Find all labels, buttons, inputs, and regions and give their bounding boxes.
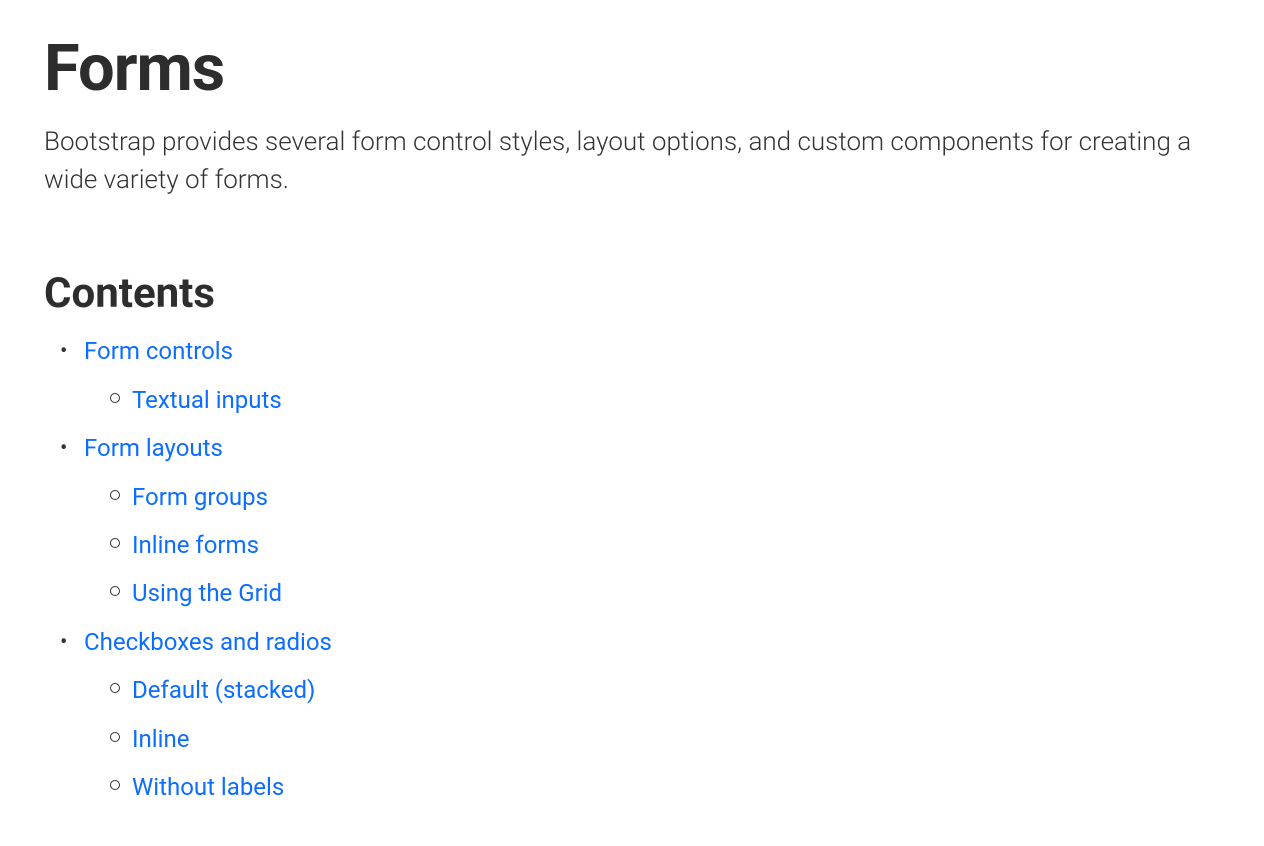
toc-subitem: Textual inputs	[132, 381, 1220, 419]
toc-subitem: Default (stacked)	[132, 671, 1220, 709]
toc-link-using-the-grid[interactable]: Using the Grid	[132, 579, 282, 607]
toc-link-form-layouts[interactable]: Form layouts	[84, 434, 223, 462]
toc-link-inline-forms[interactable]: Inline forms	[132, 531, 259, 559]
toc-link-checkboxes-and-radios[interactable]: Checkboxes and radios	[84, 628, 332, 656]
toc-subitem: Using the Grid	[132, 574, 1220, 612]
toc-item: Form controls Textual inputs	[84, 332, 1220, 419]
toc-subitem: Form groups	[132, 478, 1220, 516]
toc-link-default-stacked[interactable]: Default (stacked)	[132, 676, 315, 704]
toc-item: Checkboxes and radios Default (stacked) …	[84, 623, 1220, 807]
toc-link-inline[interactable]: Inline	[132, 725, 189, 753]
toc-subitem: Inline	[132, 720, 1220, 758]
toc-link-textual-inputs[interactable]: Textual inputs	[132, 386, 282, 414]
contents-heading: Contents	[44, 269, 1220, 318]
toc-link-form-controls[interactable]: Form controls	[84, 337, 233, 365]
table-of-contents: Form controls Textual inputs Form layout…	[44, 332, 1220, 806]
page-subtitle: Bootstrap provides several form control …	[44, 124, 1194, 199]
toc-link-without-labels[interactable]: Without labels	[132, 773, 284, 801]
toc-item: Form layouts Form groups Inline forms Us…	[84, 429, 1220, 613]
page-title: Forms	[44, 30, 1220, 106]
toc-link-form-groups[interactable]: Form groups	[132, 483, 268, 511]
toc-subitem: Inline forms	[132, 526, 1220, 564]
toc-subitem: Without labels	[132, 768, 1220, 806]
